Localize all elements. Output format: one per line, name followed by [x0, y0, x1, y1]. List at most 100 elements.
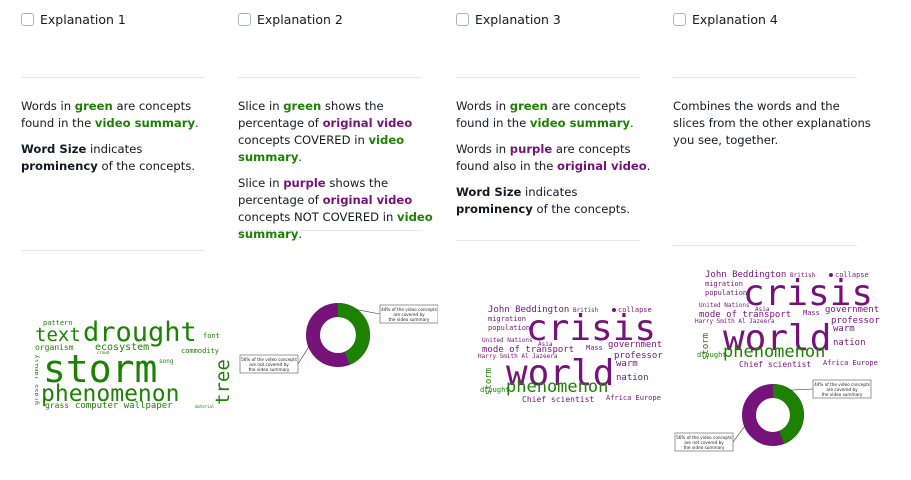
- explanation-1-header[interactable]: Explanation 1: [21, 12, 126, 27]
- callout-line: [297, 346, 310, 365]
- cloud-word: migration: [705, 280, 743, 288]
- donut-chart-explanation-2: 44% of the video conceptsare covered byt…: [239, 303, 438, 374]
- explanation-3-title: Explanation 3: [475, 12, 561, 27]
- bullet-dot: [612, 308, 616, 312]
- highlighted-term: original video: [322, 193, 413, 207]
- cloud-word: population: [488, 324, 530, 332]
- explanation-1-title: Explanation 1: [40, 12, 126, 27]
- cloud-word: computer wallpaper: [75, 401, 173, 411]
- cloud-word: Asia: [755, 306, 770, 313]
- divider: [238, 77, 422, 78]
- description-paragraph: Words in green are concepts found in the…: [456, 98, 656, 132]
- description-text: Words in: [456, 142, 510, 156]
- explanation-4-description: Combines the words and the slices from t…: [673, 98, 873, 158]
- description-text: .: [298, 150, 303, 164]
- cloud-word: Africa Europe: [606, 394, 661, 402]
- description-text: concepts COVERED in: [238, 133, 369, 147]
- highlighted-term: prominency: [456, 202, 533, 216]
- highlighted-term: video summary: [94, 116, 195, 130]
- highlighted-term: original video: [322, 116, 413, 130]
- divider: [456, 77, 640, 78]
- cloud-word: drought: [697, 351, 727, 359]
- bullet-dot: [829, 273, 833, 277]
- description-paragraph: Word Size indicates prominency of the co…: [456, 184, 656, 218]
- word-cloud-explanation-4: John Beddington British collapsemigration c…: [695, 270, 880, 369]
- explanation-2-title: Explanation 2: [257, 12, 343, 27]
- description-paragraph: Words in green are concepts found in the…: [21, 98, 221, 132]
- description-text: Slice in: [238, 176, 284, 190]
- cloud-word: font: [203, 332, 220, 340]
- cloud-word: nation: [616, 373, 649, 383]
- description-paragraph: Word Size indicates prominency of the co…: [21, 141, 221, 175]
- highlighted-term: prominency: [21, 159, 98, 173]
- description-text: of the concepts.: [97, 159, 196, 173]
- highlighted-term: original video: [557, 159, 647, 173]
- explanation-4-checkbox[interactable]: [673, 13, 686, 26]
- explanation-4-title: Explanation 4: [692, 12, 778, 27]
- cloud-word: warm: [833, 324, 855, 334]
- divider: [21, 250, 205, 251]
- description-text: Words in: [21, 99, 75, 113]
- cloud-word: Asia: [538, 341, 553, 348]
- highlighted-term: green: [74, 99, 113, 113]
- cloud-word: Mass: [803, 309, 820, 317]
- explanation-3-description: Words in green are concepts found in the…: [456, 98, 656, 227]
- divider: [673, 77, 857, 78]
- explanation-3-checkbox[interactable]: [456, 13, 469, 26]
- description-paragraph: Slice in purple shows the percentage of …: [238, 175, 438, 243]
- cloud-word: United Nations: [482, 337, 533, 344]
- description-text: .: [195, 116, 199, 130]
- highlighted-term: purple: [283, 176, 326, 190]
- cloud-word: drought: [480, 386, 510, 394]
- callout-line: [790, 388, 814, 391]
- description-paragraph: Combines the words and the slices from t…: [673, 98, 873, 149]
- cloud-word: song: [159, 358, 174, 365]
- cloud-word: grass family: [35, 354, 40, 405]
- explanation-2-checkbox[interactable]: [238, 13, 251, 26]
- description-text: Combines the words and the slices from t…: [673, 99, 871, 147]
- cloud-word: Mass: [586, 344, 603, 352]
- description-text: indicates: [86, 142, 143, 156]
- not-covered-callout-text: the video summary: [684, 445, 725, 450]
- cloud-word: Chief scientist: [522, 395, 594, 404]
- covered-callout-text: the video summary: [389, 317, 430, 322]
- cloud-word: nation: [833, 338, 866, 348]
- explanation-2-header[interactable]: Explanation 2: [238, 12, 343, 27]
- cloud-word: tree: [212, 359, 234, 405]
- explanation-1-description: Words in green are concepts found in the…: [21, 98, 221, 184]
- explanation-2-description: Slice in green shows the percentage of o…: [238, 98, 438, 252]
- cloud-word: crowd: [97, 350, 110, 355]
- description-text: Slice in: [238, 99, 284, 113]
- cloud-word: Africa Europe: [823, 359, 878, 367]
- cloud-word: population: [705, 289, 747, 297]
- cloud-word: government: [825, 305, 879, 315]
- explanation-1-checkbox[interactable]: [21, 13, 34, 26]
- not-covered-callout-text: the video summary: [249, 367, 290, 372]
- explanation-3-header[interactable]: Explanation 3: [456, 12, 561, 27]
- description-paragraph: Slice in green shows the percentage of o…: [238, 98, 438, 166]
- description-text: of the concepts.: [532, 202, 631, 216]
- cloud-word: government: [608, 340, 662, 350]
- highlighted-term: green: [283, 99, 322, 113]
- description-text: indicates: [521, 185, 578, 199]
- highlighted-term: green: [509, 99, 548, 113]
- highlighted-term: Word Size: [21, 142, 87, 156]
- donut-chart-explanation-4: 44% of the video conceptsare covered byt…: [674, 379, 872, 452]
- word-cloud-explanation-3: John Beddington British collapsemigration c…: [478, 305, 663, 404]
- highlighted-term: purple: [509, 142, 553, 156]
- divider: [673, 245, 857, 246]
- explanation-4-header[interactable]: Explanation 4: [673, 12, 778, 27]
- cloud-word: commodity: [181, 347, 219, 355]
- description-paragraph: Words in purple are concepts found also …: [456, 141, 656, 175]
- highlighted-term: video summary: [529, 116, 630, 130]
- callout-line: [732, 425, 746, 443]
- divider: [21, 77, 205, 78]
- highlighted-term: Word Size: [456, 185, 522, 199]
- divider: [238, 230, 422, 231]
- description-text: .: [630, 116, 634, 130]
- description-text: concepts NOT COVERED in: [238, 210, 398, 224]
- cloud-word: migration: [488, 315, 526, 323]
- description-text: Words in: [456, 99, 510, 113]
- cloud-word: phenomenon: [506, 377, 608, 397]
- cloud-word: warm: [616, 359, 638, 369]
